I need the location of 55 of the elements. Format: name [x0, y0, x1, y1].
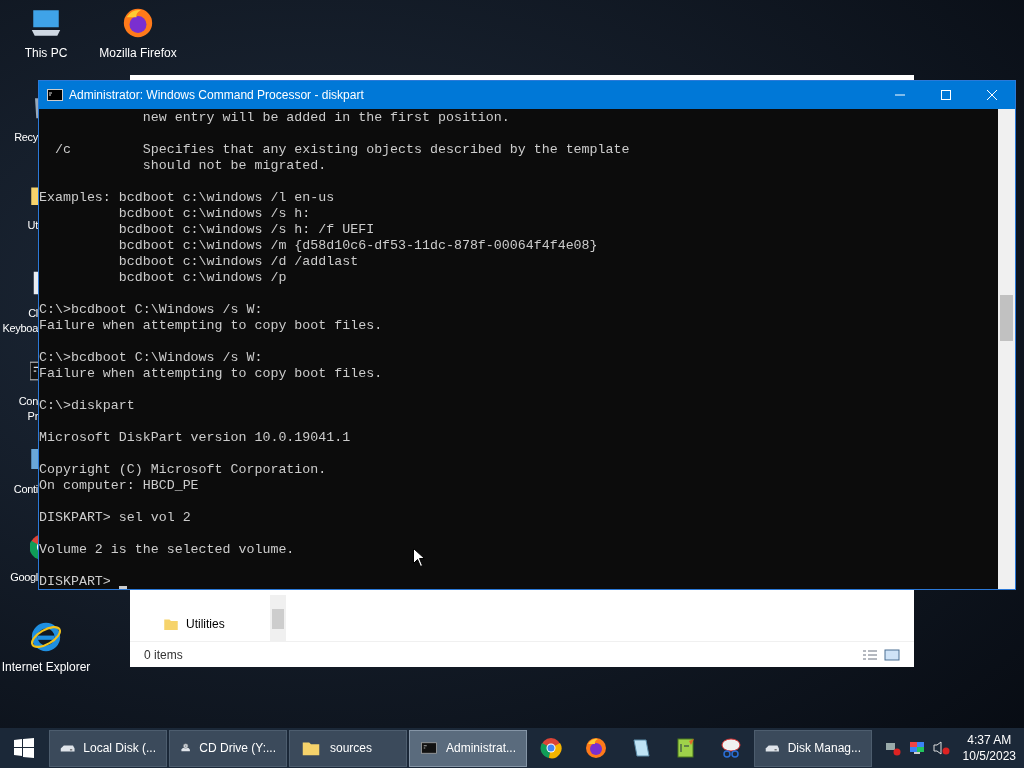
taskbar-button[interactable]: sources	[289, 729, 407, 767]
internet-explorer-icon[interactable]	[29, 620, 63, 654]
muted-speaker-icon[interactable]	[933, 740, 951, 756]
console-prompt: DISKPART>	[39, 574, 111, 589]
mouse-pointer-icon	[413, 548, 425, 567]
taskbar-button[interactable]: CD Drive (Y:...	[169, 729, 287, 767]
scrollbar[interactable]	[270, 595, 286, 641]
icon-label: Cl	[28, 306, 38, 321]
status-text: 0 items	[144, 646, 183, 664]
icon-label: Googl	[10, 570, 38, 585]
taskbar-button[interactable]: Disk Manag...	[754, 729, 872, 767]
clock[interactable]: 4:37 AM 10/5/2023	[962, 732, 1016, 764]
icon-label: Conti	[13, 482, 38, 497]
windows-logo-icon	[14, 738, 34, 758]
console-line: Failure when attempting to copy boot files.	[39, 366, 383, 382]
scrollbar[interactable]	[998, 109, 1015, 589]
console-line: C:\>bcdboot C:\Windows /s W:	[39, 350, 263, 366]
console-line: bcdboot c:\windows /p	[117, 270, 287, 286]
icon-label: Con	[18, 394, 38, 409]
console-line: bcdboot c:\windows /s h:	[117, 206, 311, 222]
console-line: C:\>bcdboot C:\Windows /s W:	[39, 302, 263, 318]
console-line: /c Specifies that any existing objects described by the template	[53, 142, 630, 158]
icon-label: Pr	[27, 409, 38, 424]
console-line: Examples: bcdboot c:\windows /l en-us	[39, 190, 335, 206]
drive-icon	[60, 742, 76, 754]
icon-label: Recy	[14, 130, 38, 145]
window-title: Administrator: Windows Command Processor - diskpart	[69, 87, 365, 104]
firefox-icon[interactable]	[121, 6, 155, 40]
console-line: On computer: HBCD_PE	[39, 478, 199, 494]
icon-label: Mozilla Firefox	[99, 46, 177, 60]
maximize-icon	[941, 90, 951, 100]
console-line: new entry will be added in the first position.	[141, 110, 510, 126]
firefox-icon	[583, 736, 608, 760]
console-line: bcdboot c:\windows /s h: /f UEFI	[117, 222, 375, 238]
console-line: bcdboot c:\windows /d /addlast	[117, 254, 359, 270]
icon-label: Ut	[27, 218, 38, 233]
console-line: bcdboot c:\windows /m {d58d10c6-df53-11dc-878f-00064f4f4e08}	[117, 238, 598, 254]
console-line: Volume 2 is the selected volume.	[39, 542, 295, 558]
console-line: should not be migrated.	[141, 158, 327, 174]
network-error-icon[interactable]	[885, 740, 901, 756]
icon-label: This PC	[24, 46, 68, 60]
console-line: Microsoft DiskPart version 10.0.19041.1	[39, 430, 351, 446]
taskbar-button[interactable]: Administrat...	[409, 729, 527, 767]
taskbar-button[interactable]: Local Disk (...	[49, 729, 167, 767]
console-line: C:\>diskpart	[39, 398, 135, 414]
folder-nav-item[interactable]: Utilities	[162, 615, 270, 633]
console-line: Copyright (C) Microsoft Corporation.	[39, 462, 327, 478]
console-line: DISKPART> sel vol 2	[39, 510, 191, 526]
text-cursor	[118, 586, 127, 589]
icon-label: Keyboa	[2, 321, 38, 336]
close-icon	[987, 90, 997, 100]
icon-label: Internet Explorer	[1, 660, 91, 674]
console-line: Failure when attempting to copy boot files.	[39, 318, 383, 334]
color-display-icon[interactable]	[909, 740, 925, 756]
scissors-icon	[718, 736, 743, 760]
